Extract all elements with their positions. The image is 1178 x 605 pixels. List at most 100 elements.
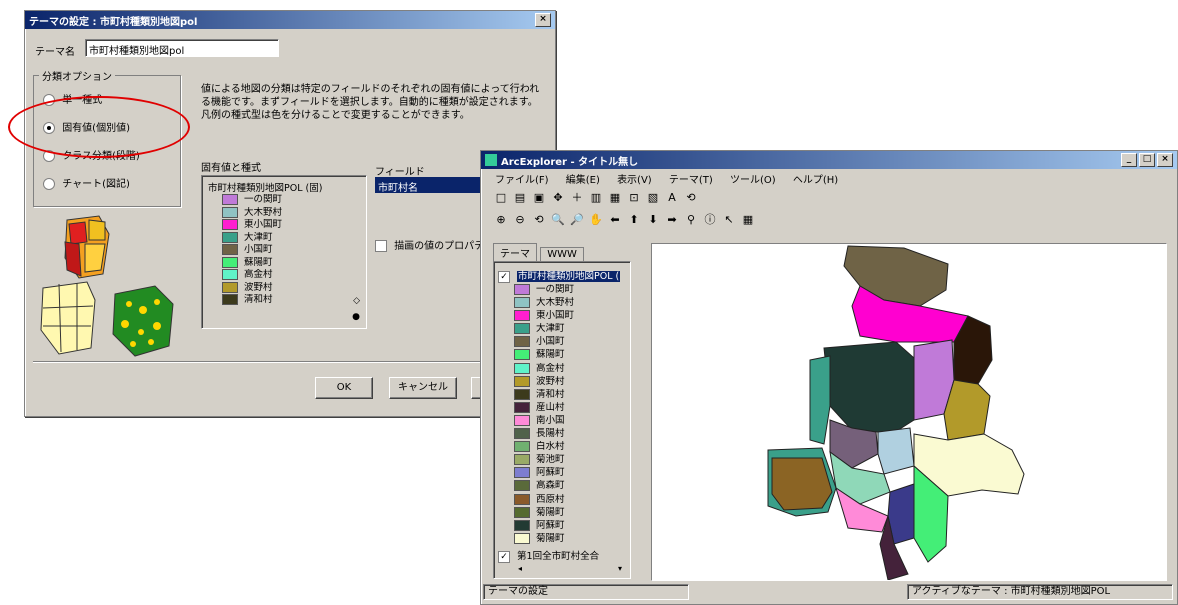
scroll-up-arrow-icon[interactable]: ◇ — [353, 296, 360, 306]
menu-view[interactable]: 表示(V) — [617, 175, 652, 186]
menu-edit[interactable]: 編集(E) — [566, 175, 600, 186]
legend-label: 産山村 — [536, 401, 565, 413]
legend-label: 西原村 — [536, 493, 565, 505]
values-legend-panel: 市町村種類別地図POL (固) 一の関町 大木野村 東小国町 大津町 小国町 蘇陽町 高金村… — [201, 175, 367, 329]
theme-legend-item: 阿蘇町 — [514, 519, 574, 533]
toolbar-button-icon[interactable]: ↖ — [721, 212, 737, 228]
toolbar-button-icon[interactable]: ⊖ — [512, 212, 528, 228]
toolbar-button-icon[interactable]: A — [664, 190, 680, 206]
toolbar-button-icon[interactable]: 🔍 — [550, 212, 566, 228]
toolbar-button-icon[interactable]: ⚲ — [683, 212, 699, 228]
values-legend-item[interactable]: 大木野村 — [222, 206, 283, 220]
dialog-separator — [33, 361, 545, 363]
legend-swatch — [222, 206, 238, 218]
tab-www[interactable]: WWW — [540, 247, 584, 261]
draw-properties-checkbox[interactable]: 描画の値のプロパティ — [375, 237, 494, 252]
theme-legend-item: 長陽村 — [514, 428, 574, 441]
theme-legend-item: 大津町 — [514, 323, 574, 336]
legend-label: 菊池町 — [536, 454, 565, 466]
toolbar-button-icon[interactable]: 🔎 — [569, 212, 585, 228]
toolbar-1: □ ▤ ▣ ✥ ＋ ▥ ▦ ⊡ ▧ A ⟲ — [481, 189, 1177, 211]
toolbar-button-icon[interactable]: □ — [493, 190, 509, 206]
toolbar-button-icon[interactable]: ✥ — [550, 190, 566, 206]
toolbar-button-icon[interactable]: ⬆ — [626, 212, 642, 228]
toolbar-button-icon[interactable]: ▦ — [607, 190, 623, 206]
theme-legend-item: 菊池町 — [514, 454, 574, 467]
legend-label: 大木野村 — [244, 206, 283, 218]
theme-legend-item: 高金村 — [514, 362, 574, 376]
tab-theme[interactable]: テーマ — [493, 243, 537, 261]
values-legend-item[interactable]: 大津町 — [222, 231, 282, 245]
panel-scroll-down-icon[interactable]: ▾ — [618, 564, 622, 573]
status-bar: テーマの設定 アクティブなテーマ : 市町村種類別地図POL — [483, 584, 1173, 600]
theme-legend-header[interactable]: ✓ 市町村種類別地図POL ( — [498, 268, 621, 283]
values-legend-item[interactable]: 蘇陽町 — [222, 256, 282, 270]
toolbar-button-icon[interactable]: ⟲ — [683, 190, 699, 206]
toolbar-button-icon[interactable]: ✋ — [588, 212, 604, 228]
map-canvas[interactable] — [651, 243, 1167, 581]
cancel-button[interactable]: キャンセル — [389, 377, 457, 399]
toolbar-button-icon[interactable]: ➡ — [664, 212, 680, 228]
draw-properties-check[interactable] — [375, 240, 387, 252]
theme-legend-header-label: 市町村種類別地図POL ( — [517, 271, 621, 282]
toolbar-button-icon[interactable]: ＋ — [569, 190, 585, 206]
values-legend-item[interactable]: 高金村 — [222, 269, 282, 282]
legend-swatch — [222, 294, 238, 305]
values-legend-item[interactable]: 清和村 — [222, 294, 282, 307]
toolbar-button-icon[interactable]: ▤ — [512, 190, 528, 206]
field-label: フィールド — [375, 167, 425, 178]
legend-swatch — [222, 244, 238, 255]
toolbar-button-icon[interactable]: ▣ — [531, 190, 547, 206]
minimize-button[interactable]: _ — [1121, 153, 1137, 167]
toolbar-button-icon[interactable]: ⓘ — [702, 212, 718, 228]
legend-swatch — [514, 362, 530, 374]
values-legend-item[interactable]: 一の関町 — [222, 194, 282, 207]
maximize-button[interactable]: □ — [1139, 153, 1155, 167]
legend-swatch — [514, 284, 530, 295]
menu-help[interactable]: ヘルプ(H) — [793, 175, 838, 186]
legend-label: 大津町 — [244, 231, 273, 243]
menu-theme[interactable]: テーマ(T) — [669, 175, 713, 186]
toolbar-button-icon[interactable]: ⊕ — [493, 212, 509, 228]
theme-legend-item: 南小国 — [514, 414, 574, 428]
legend-swatch — [514, 532, 530, 544]
legend-label: 小国町 — [536, 336, 565, 348]
scroll-down-arrow-icon[interactable]: ● — [352, 312, 360, 322]
toolbar-button-icon[interactable]: ▦ — [740, 212, 756, 228]
legend-label: 清和村 — [244, 294, 273, 305]
dialog-close-button[interactable]: × — [535, 13, 551, 27]
second-theme-check[interactable]: ✓ — [498, 550, 510, 563]
status-right: アクティブなテーマ : 市町村種類別地図POL — [907, 584, 1173, 600]
legend-label: 高金村 — [244, 269, 273, 280]
option-chart[interactable]: チャート(図記) — [43, 175, 140, 203]
menu-file[interactable]: ファイル(F) — [495, 175, 549, 186]
toolbar-2: ⊕ ⊖ ⟲ 🔍 🔎 ✋ ⬅ ⬆ ⬇ ➡ ⚲ ⓘ ↖ ▦ — [481, 211, 1177, 233]
theme-name-input[interactable]: 市町村種類別地図pol — [85, 39, 279, 57]
toolbar-button-icon[interactable]: ⬇ — [645, 212, 661, 228]
map-drawing — [767, 245, 1025, 581]
legend-swatch — [514, 401, 530, 413]
values-legend-item[interactable]: 東小国町 — [222, 219, 282, 232]
toolbar-button-icon[interactable]: ▥ — [588, 190, 604, 206]
field-select-value: 市町村名 — [378, 183, 418, 194]
option-chart-radio[interactable] — [43, 178, 55, 190]
values-legend-item[interactable]: 波野村 — [222, 281, 282, 295]
close-button[interactable]: × — [1157, 153, 1173, 167]
legend-swatch — [514, 349, 530, 361]
sample-map-single — [40, 281, 96, 355]
menu-tools[interactable]: ツール(O) — [730, 175, 776, 186]
legend-label: 一の関町 — [536, 284, 575, 295]
toolbar-button-icon[interactable]: ⊡ — [626, 190, 642, 206]
legend-swatch — [514, 480, 530, 492]
theme-legend-item: 菊陽町 — [514, 532, 574, 546]
second-theme-row[interactable]: ✓ 第1回全市町村全合 — [498, 548, 599, 563]
theme-visible-check[interactable]: ✓ — [498, 270, 510, 283]
theme-legend-item: 西原村 — [514, 493, 574, 507]
ok-button[interactable]: OK — [315, 377, 373, 399]
sample-maps-illustration — [40, 215, 174, 357]
toolbar-button-icon[interactable]: ⬅ — [607, 212, 623, 228]
toolbar-button-icon[interactable]: ⟲ — [531, 212, 547, 228]
toolbar-button-icon[interactable]: ▧ — [645, 190, 661, 206]
values-legend-item[interactable]: 小国町 — [222, 244, 282, 257]
panel-scroll-left-icon[interactable]: ◂ — [518, 564, 522, 573]
